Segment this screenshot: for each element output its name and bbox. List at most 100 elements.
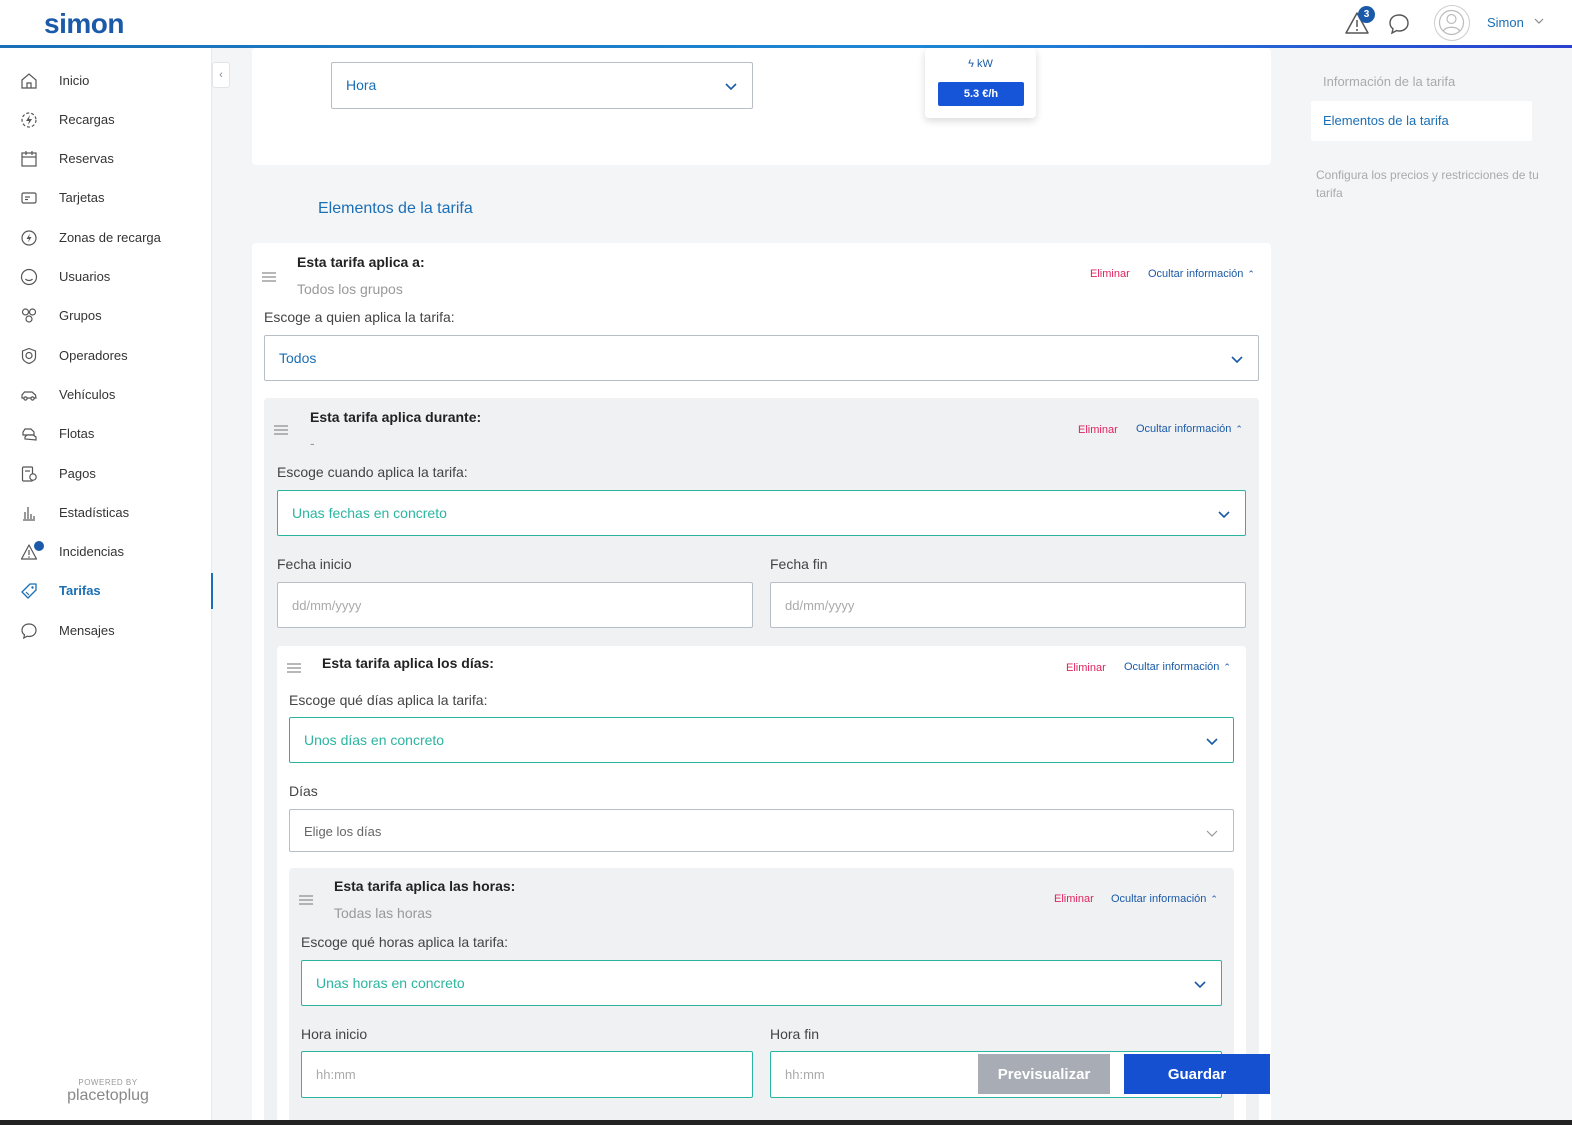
days-label: Días (289, 783, 318, 799)
sidebar-item-zonas[interactable]: Zonas de recarga (0, 220, 212, 256)
days-mode-select[interactable]: Unos días en concreto (289, 717, 1234, 763)
price-badge: 5.3 €/h (938, 82, 1024, 106)
hide-info-link[interactable]: Ocultar información ⌃ (1111, 893, 1218, 905)
delete-link[interactable]: Eliminar (1066, 662, 1106, 674)
sidebar-item-label: Flotas (59, 426, 95, 441)
user-icon (20, 268, 38, 286)
sidebar-item-incidencias[interactable]: Incidencias (0, 534, 212, 570)
sidebar-item-recargas[interactable]: Recargas (0, 102, 212, 138)
sidebar-item-label: Vehículos (59, 387, 116, 402)
group-icon (21, 308, 37, 323)
duration-select[interactable]: Unas fechas en concreto (277, 490, 1246, 536)
sidebar-item-label: Zonas de recarga (59, 230, 161, 245)
chevron-down-icon (1218, 511, 1230, 519)
chevron-down-icon (1206, 738, 1218, 746)
sidebar-item-mensajes[interactable]: Mensajes (0, 613, 212, 649)
hours-mode-value: Unas horas en concreto (316, 975, 465, 991)
delete-link[interactable]: Eliminar (1078, 424, 1118, 436)
applies-to-value: Todos (279, 350, 317, 366)
block-subtitle: Todos los grupos (297, 281, 403, 297)
duration-prompt: Escoge cuando aplica la tarifa: (277, 464, 468, 480)
right-nav-tariff-elements[interactable]: Elementos de la tarifa (1323, 113, 1449, 128)
sidebar-item-label: Mensajes (59, 623, 115, 638)
chevron-down-icon (1231, 356, 1243, 364)
sidebar-item-pagos[interactable]: Pagos (0, 456, 212, 492)
block-title: Esta tarifa aplica las horas: (334, 878, 516, 894)
hide-info-link[interactable]: Ocultar información ⌃ (1148, 268, 1255, 280)
hide-info-label: Ocultar información (1148, 268, 1244, 280)
preview-button[interactable]: Previsualizar (978, 1054, 1110, 1094)
hours-prompt: Escoge qué horas aplica la tarifa: (301, 934, 509, 950)
top-header: simon 3 Simon (0, 0, 1572, 48)
alert-count-badge: 3 (1358, 6, 1375, 23)
sidebar-item-usuarios[interactable]: Usuarios (0, 259, 212, 295)
right-panel-description: Configura los precios y restricciones de… (1316, 168, 1539, 200)
sidebar-item-label: Incidencias (59, 544, 125, 559)
chevron-up-icon: ⌃ (1247, 269, 1255, 279)
sidebar-item-label: Usuarios (59, 269, 111, 284)
start-date-label: Fecha inicio (277, 556, 352, 572)
delete-link[interactable]: Eliminar (1054, 893, 1094, 905)
sidebar-item-label: Estadísticas (59, 505, 130, 520)
operator-icon (21, 347, 37, 365)
drag-handle-icon[interactable] (299, 894, 313, 906)
chat-icon[interactable] (1387, 12, 1411, 36)
message-icon (21, 623, 37, 640)
sidebar-item-label: Recargas (59, 112, 115, 127)
right-nav-tariff-info[interactable]: Información de la tarifa (1323, 74, 1455, 89)
charging-icon (21, 112, 37, 128)
chevron-down-icon (1206, 830, 1218, 837)
applies-to-prompt: Escoge a quien aplica la tarifa: (264, 309, 455, 325)
user-name[interactable]: Simon (1487, 15, 1524, 30)
chevron-up-icon: ⌃ (1235, 424, 1243, 434)
hide-info-label: Ocultar información (1136, 423, 1232, 435)
sidebar-item-tarjetas[interactable]: Tarjetas (0, 180, 212, 216)
payment-icon (21, 466, 37, 482)
sidebar-item-label: Operadores (59, 348, 128, 363)
active-indicator (211, 573, 213, 609)
tag-icon (21, 583, 37, 599)
card-icon (21, 192, 37, 204)
collapse-sidebar-button[interactable]: ‹ (212, 62, 230, 88)
save-button[interactable]: Guardar (1124, 1054, 1270, 1094)
block-title: Esta tarifa aplica durante: (310, 409, 482, 425)
sidebar-item-label: Inicio (59, 73, 90, 88)
start-time-input[interactable] (301, 1051, 753, 1098)
start-date-input[interactable] (277, 582, 753, 628)
price-preview-card: ϟ kW 5.3 €/h (925, 48, 1036, 118)
hide-info-label: Ocultar información (1124, 661, 1220, 673)
sidebar-item-operadores[interactable]: Operadores (0, 338, 212, 374)
user-avatar[interactable] (1434, 5, 1470, 41)
bottom-edge (0, 1120, 1572, 1125)
hours-mode-select[interactable]: Unas horas en concreto (301, 960, 1222, 1006)
fleet-icon (22, 428, 37, 441)
avatar-icon (1438, 9, 1465, 36)
price-unit: ϟ kW (968, 58, 993, 70)
sidebar-item-label: Tarifas (59, 583, 101, 598)
applies-to-select[interactable]: Todos (264, 335, 1259, 381)
sidebar-item-inicio[interactable]: Inicio (0, 63, 212, 99)
sidebar-item-estadisticas[interactable]: Estadísticas (0, 495, 212, 531)
drag-handle-icon[interactable] (274, 424, 288, 436)
section-title: Elementos de la tarifa (318, 200, 473, 217)
sidebar-item-flotas[interactable]: Flotas (0, 416, 212, 452)
sidebar-item-tarifas[interactable]: Tarifas (0, 573, 213, 609)
hide-info-link[interactable]: Ocultar información ⌃ (1136, 423, 1243, 435)
chevron-up-icon: ⌃ (1223, 662, 1231, 672)
days-select[interactable]: Elige los días (289, 809, 1234, 852)
end-date-input[interactable] (770, 582, 1246, 628)
sidebar-item-vehiculos[interactable]: Vehículos (0, 377, 212, 413)
sidebar-item-reservas[interactable]: Reservas (0, 141, 212, 177)
drag-handle-icon[interactable] (287, 662, 301, 674)
car-icon (21, 391, 37, 401)
simon-logo[interactable]: simon (44, 8, 124, 40)
delete-link[interactable]: Eliminar (1090, 268, 1130, 280)
sidebar-item-grupos[interactable]: Grupos (0, 298, 212, 334)
block-title: Esta tarifa aplica los días: (322, 655, 494, 671)
days-mode-value: Unos días en concreto (304, 732, 445, 748)
drag-handle-icon[interactable] (262, 271, 276, 283)
hide-info-link[interactable]: Ocultar información ⌃ (1124, 661, 1231, 673)
chevron-down-icon[interactable] (1533, 15, 1545, 27)
unit-select[interactable]: Hora (331, 62, 753, 109)
sidebar-item-label: Grupos (59, 308, 102, 323)
